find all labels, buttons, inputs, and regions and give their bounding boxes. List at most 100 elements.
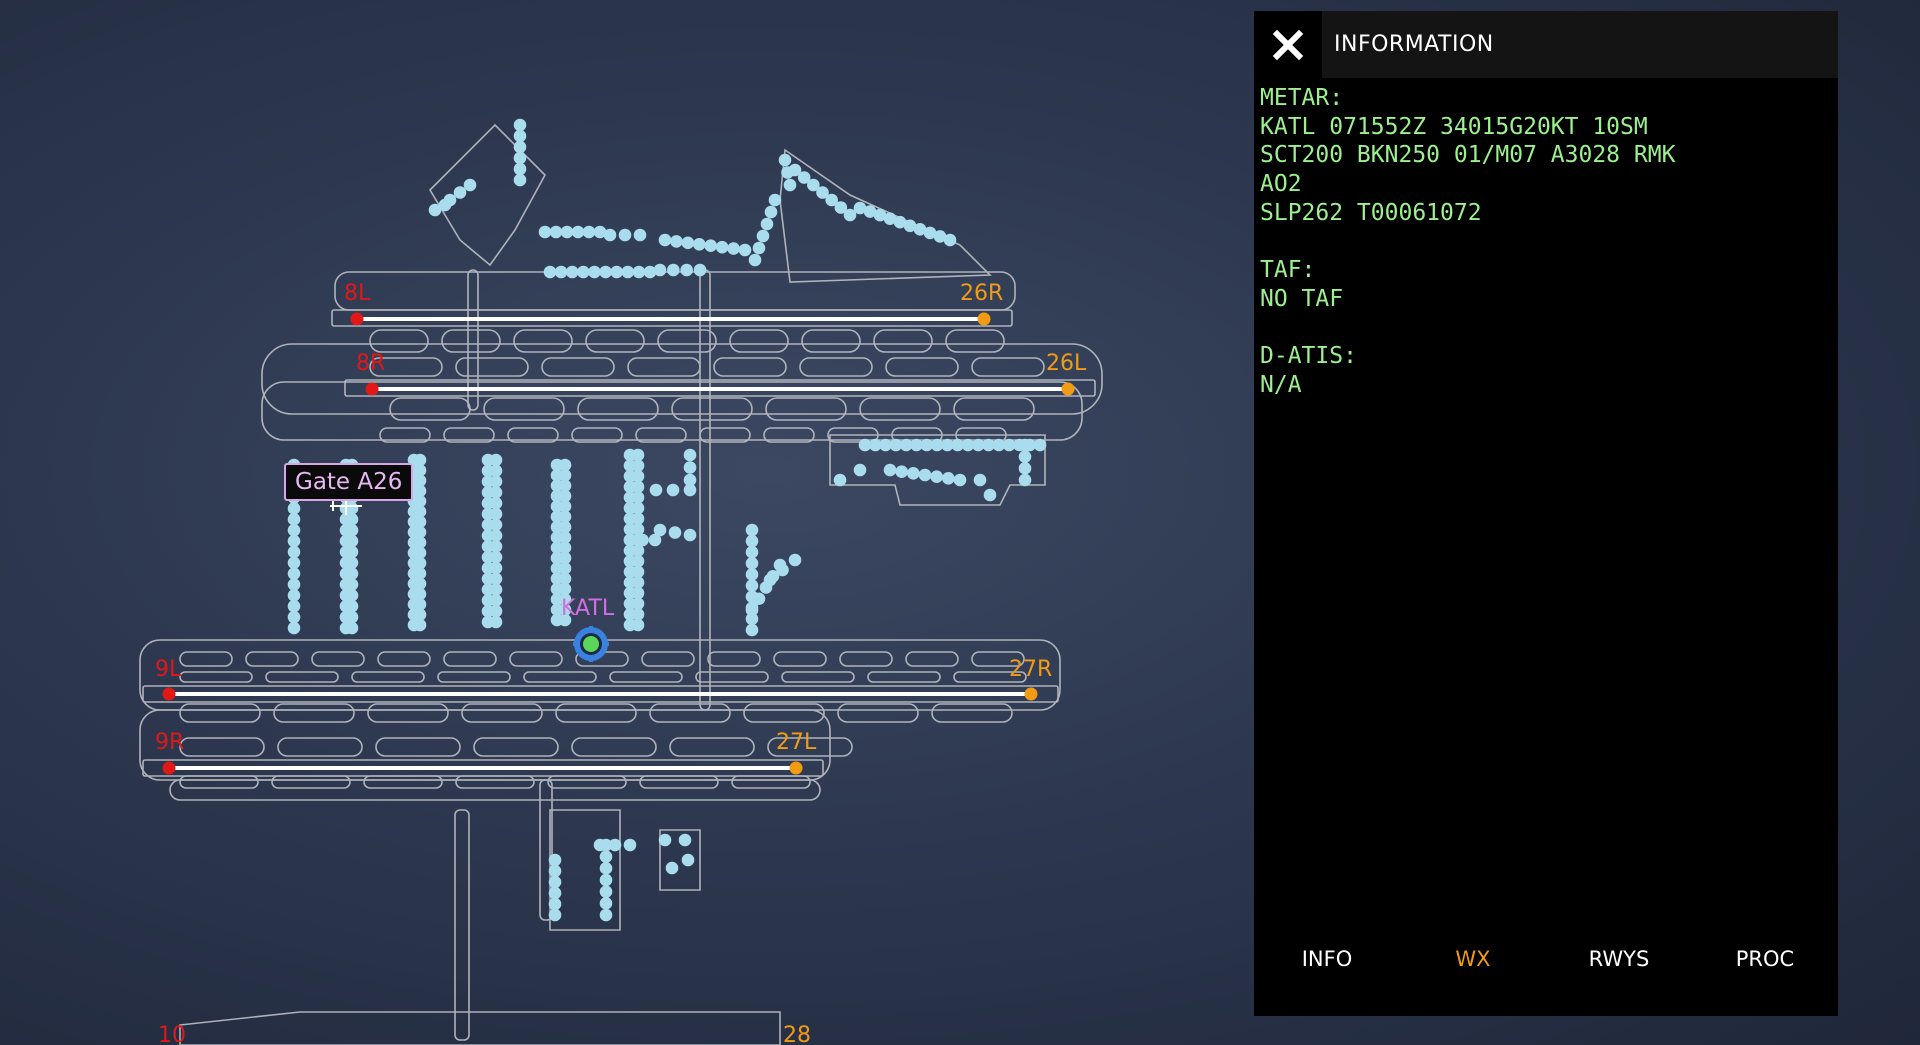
- runway-label-27r[interactable]: 27R: [1009, 657, 1052, 682]
- gate-dot: [745, 523, 759, 537]
- taxiway-loop: [707, 651, 761, 667]
- gate-dot: [599, 885, 613, 898]
- airport-label[interactable]: KATL: [561, 596, 614, 621]
- runway-label-9r[interactable]: 9R: [155, 730, 184, 755]
- gate-dot: [287, 599, 301, 613]
- gate-dot: [953, 473, 967, 487]
- gate-dot: [548, 908, 562, 922]
- gate-dot: [513, 173, 527, 187]
- taxiway-outline: [169, 779, 821, 801]
- gate-dot: [768, 193, 782, 207]
- gate-dot: [658, 833, 672, 847]
- gate-dot: [752, 592, 766, 606]
- taxiway-loop: [885, 357, 959, 377]
- runway-label-26l[interactable]: 26L: [1046, 351, 1087, 376]
- gate-dot: [593, 838, 607, 852]
- tab-rwys[interactable]: RWYS: [1546, 931, 1692, 987]
- gate-dot: [599, 862, 613, 875]
- gate-dot: [745, 623, 759, 637]
- runway-label-27l[interactable]: 27L: [776, 730, 817, 755]
- tab-wx[interactable]: WX: [1400, 931, 1546, 987]
- gate-dot: [608, 838, 622, 852]
- gate-dot: [489, 604, 503, 618]
- taxiway-loop: [571, 737, 657, 757]
- gate-dot: [453, 186, 467, 199]
- gate-dot: [513, 118, 527, 132]
- airport-map[interactable]: 8L 26R 8R 26L 9L 27R 9R 27L 10 28: [0, 0, 1250, 1045]
- taxiway-loop: [509, 651, 563, 667]
- tab-proc[interactable]: PROC: [1692, 931, 1838, 987]
- taxiway-loop: [311, 651, 365, 667]
- taxiway-loop: [245, 651, 299, 667]
- gate-dot: [565, 265, 579, 279]
- gate-dot: [783, 178, 797, 192]
- taxiway-loop: [971, 357, 1045, 377]
- taxiway-loop: [905, 651, 959, 667]
- gate-dot: [1033, 438, 1047, 452]
- taxiway-loop: [273, 703, 355, 723]
- gate-dot: [1018, 462, 1032, 475]
- gate-dot: [704, 239, 718, 253]
- gate-dot: [745, 568, 759, 581]
- gate-dot: [287, 556, 301, 570]
- gate-dot: [513, 129, 527, 143]
- taxiway-loop: [179, 703, 261, 723]
- taxiway-loop: [729, 329, 789, 353]
- runway-label-28[interactable]: 28: [783, 1023, 811, 1045]
- gate-label[interactable]: Gate A26: [284, 463, 414, 501]
- gate-dot: [618, 228, 632, 242]
- taxiway-loop: [781, 671, 855, 683]
- gate-dot: [413, 618, 427, 632]
- taxiway-loop: [179, 651, 233, 667]
- gate-dot: [549, 225, 563, 239]
- gate-dot: [764, 205, 778, 219]
- gate-dot: [621, 265, 635, 279]
- gate-dot: [649, 483, 663, 497]
- taxiway-loop: [271, 775, 351, 789]
- taxiway-loop: [455, 775, 535, 789]
- taxiway-loop: [443, 651, 497, 667]
- runway-threshold: [977, 312, 991, 326]
- terminal-outline: [179, 1011, 781, 1045]
- taxiway-loop: [695, 671, 769, 683]
- gate-dot: [489, 507, 503, 521]
- gate-dot: [895, 465, 908, 478]
- taxiway-loop: [839, 651, 893, 667]
- gate-dot: [560, 225, 574, 239]
- gate-dot: [683, 448, 697, 462]
- gate-dot: [599, 897, 613, 910]
- gate-dot: [738, 243, 752, 257]
- gate-dot: [918, 468, 932, 482]
- airport-marker-icon[interactable]: [573, 626, 609, 662]
- metar-line-3: AO2: [1260, 171, 1302, 198]
- gate-dot: [833, 473, 847, 487]
- runway-label-8r[interactable]: 8R: [356, 351, 385, 376]
- runway-label-9l[interactable]: 9L: [155, 657, 182, 682]
- gate-dot: [930, 470, 943, 483]
- close-button[interactable]: [1254, 11, 1322, 78]
- gate-dot: [599, 873, 613, 887]
- taxiway-loop: [609, 671, 683, 683]
- gate-dot: [683, 528, 697, 542]
- gate-dot: [745, 603, 759, 617]
- taxiway-loop: [455, 357, 529, 377]
- tab-info[interactable]: INFO: [1254, 931, 1400, 987]
- runway-label-10[interactable]: 10: [158, 1023, 186, 1045]
- taxiway-loop: [671, 397, 753, 421]
- gate-dot: [345, 545, 359, 559]
- taxiway-loop: [513, 329, 573, 353]
- runway-label-8l[interactable]: 8L: [344, 281, 371, 306]
- gate-dot: [345, 578, 359, 591]
- runway-label-26r[interactable]: 26R: [960, 281, 1003, 306]
- gate-dot: [287, 578, 301, 591]
- gate-dot: [983, 488, 997, 502]
- taxiway-loop: [945, 329, 1005, 353]
- taf-value: NO TAF: [1260, 285, 1344, 312]
- gate-dot: [287, 621, 301, 635]
- taf-heading: TAF:: [1260, 257, 1316, 284]
- gate-dot: [943, 233, 957, 247]
- gate-dot: [610, 265, 623, 279]
- taxiway-outline: [261, 343, 1103, 415]
